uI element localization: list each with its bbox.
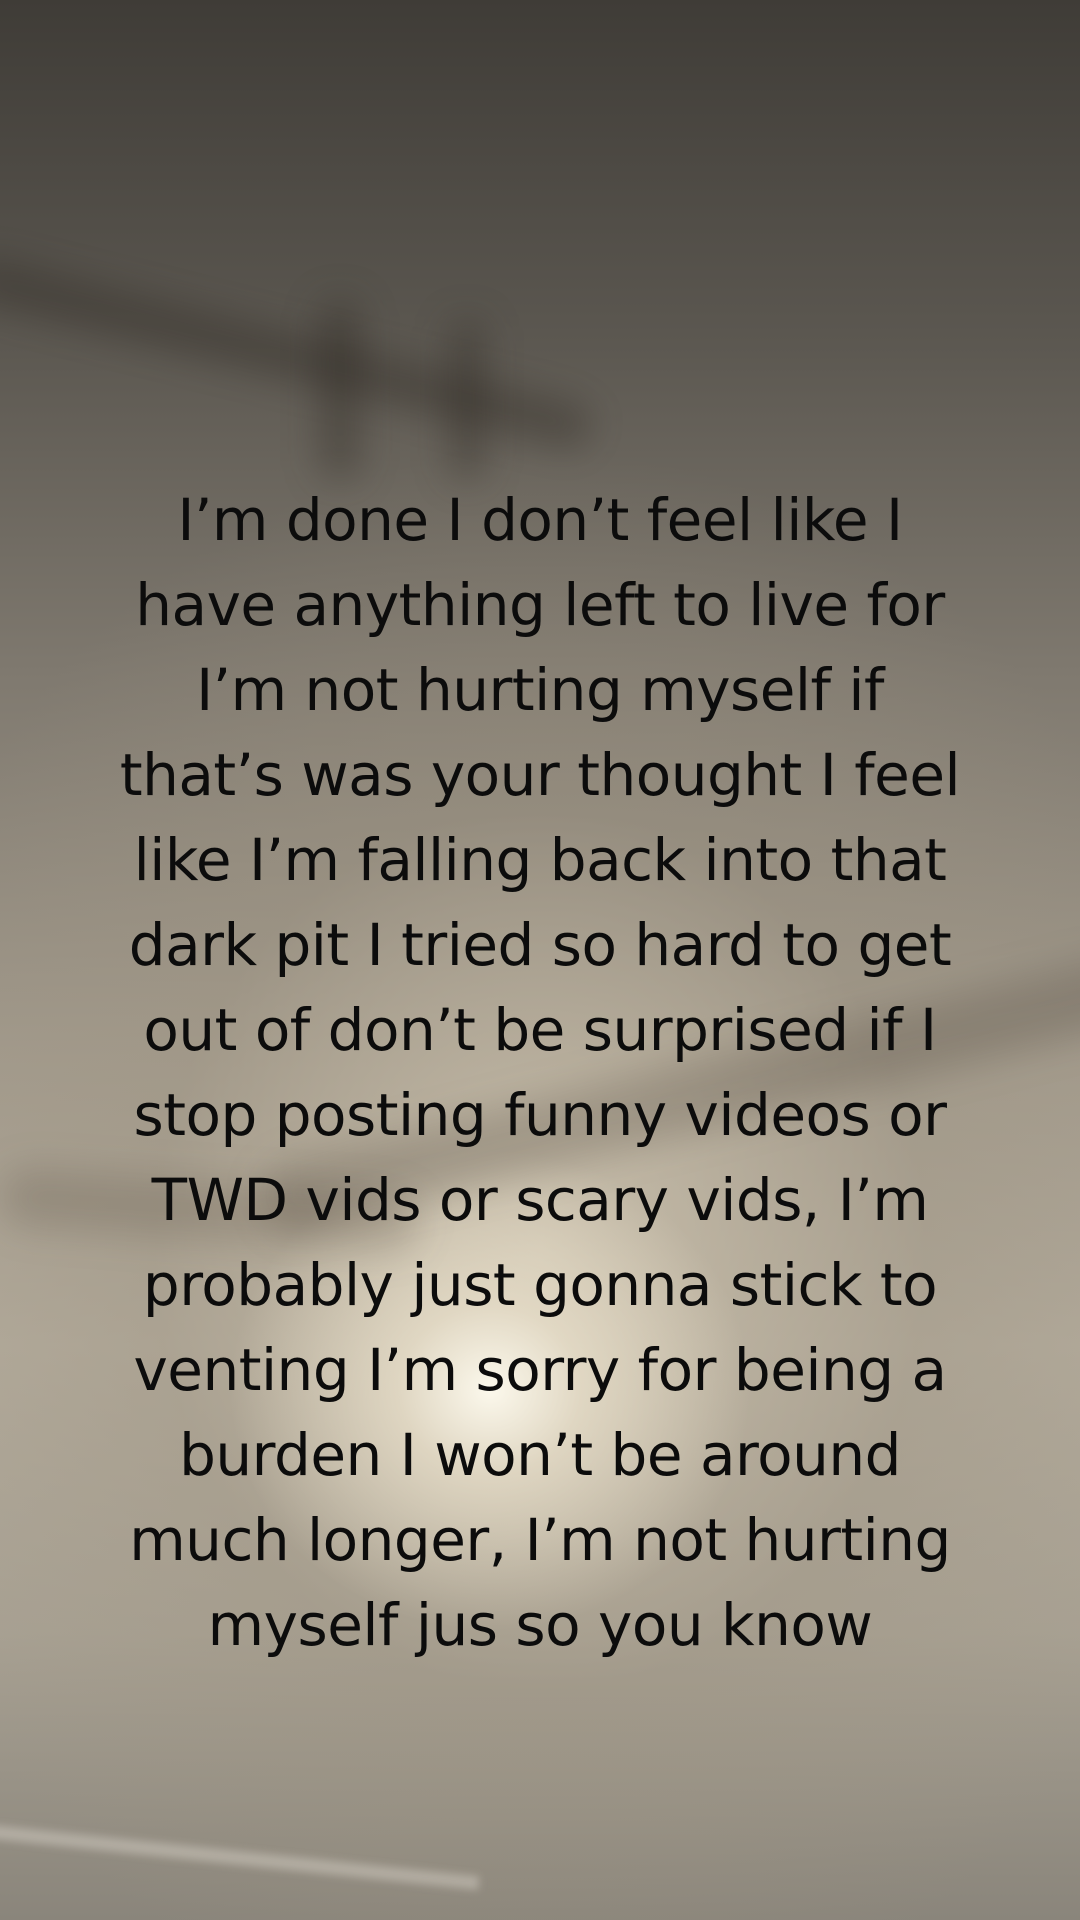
- caption-line: much longer, I’m not hurting: [129, 1506, 951, 1574]
- caption-line: like I’m falling back into that: [133, 826, 947, 894]
- caption-line: venting I’m sorry for being a: [133, 1336, 947, 1404]
- caption-line: dark pit I tried so hard to get: [128, 911, 952, 979]
- wall-edge-highlight: [0, 1823, 480, 1891]
- caption-line: out of don’t be surprised if I: [143, 996, 937, 1064]
- caption-line: I’m done I don’t feel like I: [177, 486, 903, 554]
- ceiling-fan-blade-shadow: [0, 253, 597, 453]
- caption-line: TWD vids or scary vids, I’m: [151, 1166, 929, 1234]
- ceiling-fan-mount-shadow: [450, 320, 484, 480]
- caption-line: that’s was your thought I feel: [119, 741, 961, 809]
- caption-line: probably just gonna stick to: [142, 1251, 938, 1319]
- post-caption-text: I’m done I don’t feel like I have anythi…: [70, 478, 1010, 1668]
- caption-line: myself jus so you know: [207, 1591, 873, 1659]
- caption-line: I’m not hurting myself if: [196, 656, 884, 724]
- caption-line: stop posting funny videos or: [133, 1081, 947, 1149]
- caption-line: burden I won’t be around: [179, 1421, 901, 1489]
- caption-line: have anything left to live for: [135, 571, 945, 639]
- ceiling-fan-mount-shadow: [320, 300, 360, 480]
